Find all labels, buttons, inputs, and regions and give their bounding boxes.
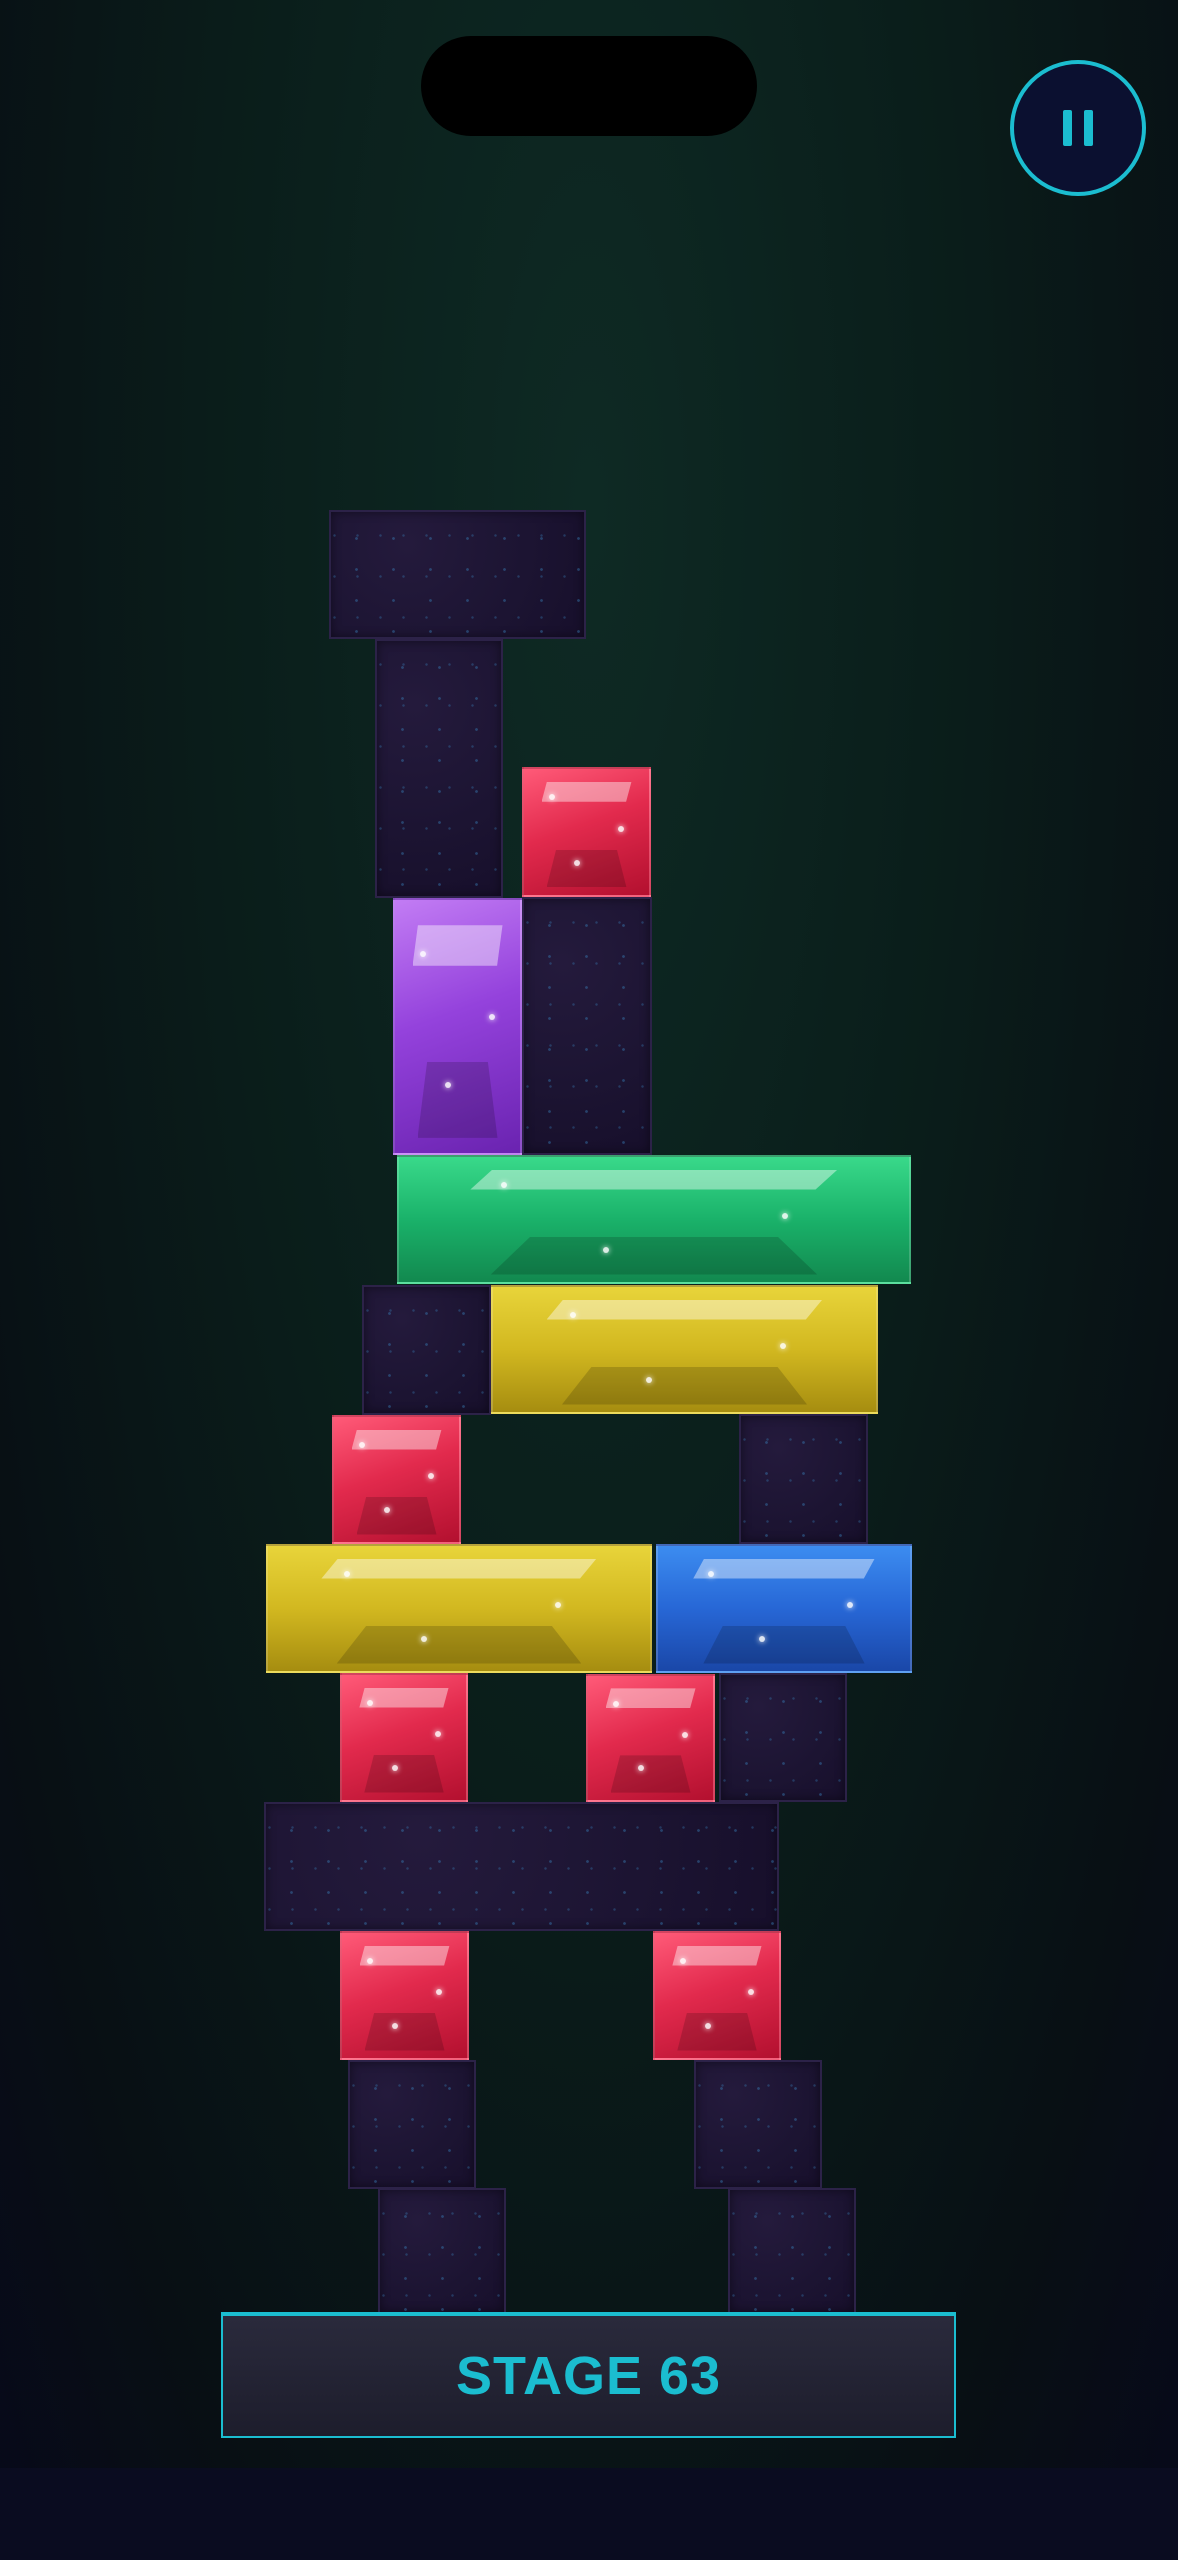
gem-highlight [605, 1688, 696, 1709]
blue-gem-block[interactable] [656, 1544, 912, 1673]
yellow-gem-block[interactable] [266, 1544, 652, 1673]
red-gem-block[interactable] [332, 1415, 461, 1544]
sparkle-icon [488, 1013, 495, 1020]
sparkle-icon [435, 1731, 441, 1738]
red-gem-block[interactable] [522, 767, 651, 897]
gem-facet [364, 1755, 444, 1793]
sparkle-icon [367, 1958, 373, 1964]
sparkle-icon [681, 1731, 688, 1738]
gem-highlight [470, 1169, 838, 1190]
gem-highlight [321, 1558, 597, 1579]
gem-facet [703, 1626, 865, 1664]
gem-highlight [546, 1299, 823, 1320]
red-gem-block[interactable] [653, 1931, 781, 2060]
sparkle-icon [758, 1636, 765, 1642]
sparkle-icon [359, 1442, 365, 1448]
gem-facet [677, 2013, 757, 2051]
gem-facet [364, 2013, 445, 2051]
gem-highlight [412, 925, 503, 966]
pause-icon [1063, 110, 1072, 146]
gem-highlight [672, 1945, 762, 1966]
sparkle-icon [603, 1247, 609, 1253]
stone-block[interactable] [348, 2060, 476, 2189]
sparkle-icon [420, 950, 426, 957]
pause-icon-bar [1084, 110, 1093, 146]
sparkle-icon [748, 1989, 754, 1996]
stone-block[interactable] [719, 1673, 847, 1802]
sparkle-icon [574, 859, 580, 866]
sparkle-icon [366, 1700, 373, 1706]
sparkle-icon [780, 1343, 787, 1350]
stone-block[interactable] [378, 2188, 506, 2314]
gem-facet [561, 1367, 808, 1405]
sparkle-icon [420, 1636, 427, 1642]
gem-highlight [351, 1429, 442, 1450]
sparkle-icon [501, 1182, 507, 1188]
sparkle-icon [679, 1958, 686, 1964]
stone-block[interactable] [329, 510, 586, 639]
sparkle-icon [392, 2023, 398, 2029]
sparkle-icon [847, 1602, 853, 1609]
gem-highlight [359, 1687, 449, 1708]
sparkle-icon [427, 1473, 434, 1480]
gem-facet [356, 1497, 437, 1535]
sparkle-icon [391, 1765, 398, 1771]
sparkle-icon [435, 1989, 442, 1996]
stone-block[interactable] [375, 639, 503, 898]
sparkle-icon [613, 1700, 619, 1707]
stage-panel: STAGE 63 [221, 2312, 956, 2438]
sparkle-icon [781, 1213, 788, 1220]
sparkle-icon [384, 1507, 390, 1513]
purple-gem-block[interactable] [393, 898, 522, 1155]
red-gem-block[interactable] [340, 1673, 468, 1802]
stone-block[interactable] [264, 1802, 779, 1931]
gem-facet [336, 1626, 582, 1664]
stone-block[interactable] [694, 2060, 822, 2189]
sparkle-icon [569, 1312, 576, 1318]
stone-block[interactable] [728, 2188, 856, 2314]
gem-facet [417, 1061, 498, 1138]
yellow-gem-block[interactable] [491, 1285, 878, 1414]
gem-facet [546, 849, 627, 888]
stone-block[interactable] [522, 897, 652, 1155]
stone-block[interactable] [362, 1285, 491, 1415]
sparkle-icon [617, 825, 624, 832]
red-gem-block[interactable] [586, 1674, 715, 1802]
bottom-bar [0, 2468, 1178, 2560]
gem-highlight [693, 1558, 875, 1579]
gem-highlight [359, 1945, 450, 1966]
red-gem-block[interactable] [340, 1931, 469, 2060]
camera-notch [421, 36, 757, 136]
green-gem-block[interactable] [397, 1155, 911, 1284]
gem-facet [490, 1237, 818, 1275]
sparkle-icon [554, 1602, 561, 1609]
gem-highlight [541, 781, 632, 802]
sparkle-icon [704, 2023, 711, 2029]
stage-label: STAGE 63 [455, 2346, 722, 2406]
gem-facet [610, 1755, 691, 1793]
pause-button[interactable] [1010, 60, 1146, 196]
stone-block[interactable] [739, 1414, 868, 1544]
